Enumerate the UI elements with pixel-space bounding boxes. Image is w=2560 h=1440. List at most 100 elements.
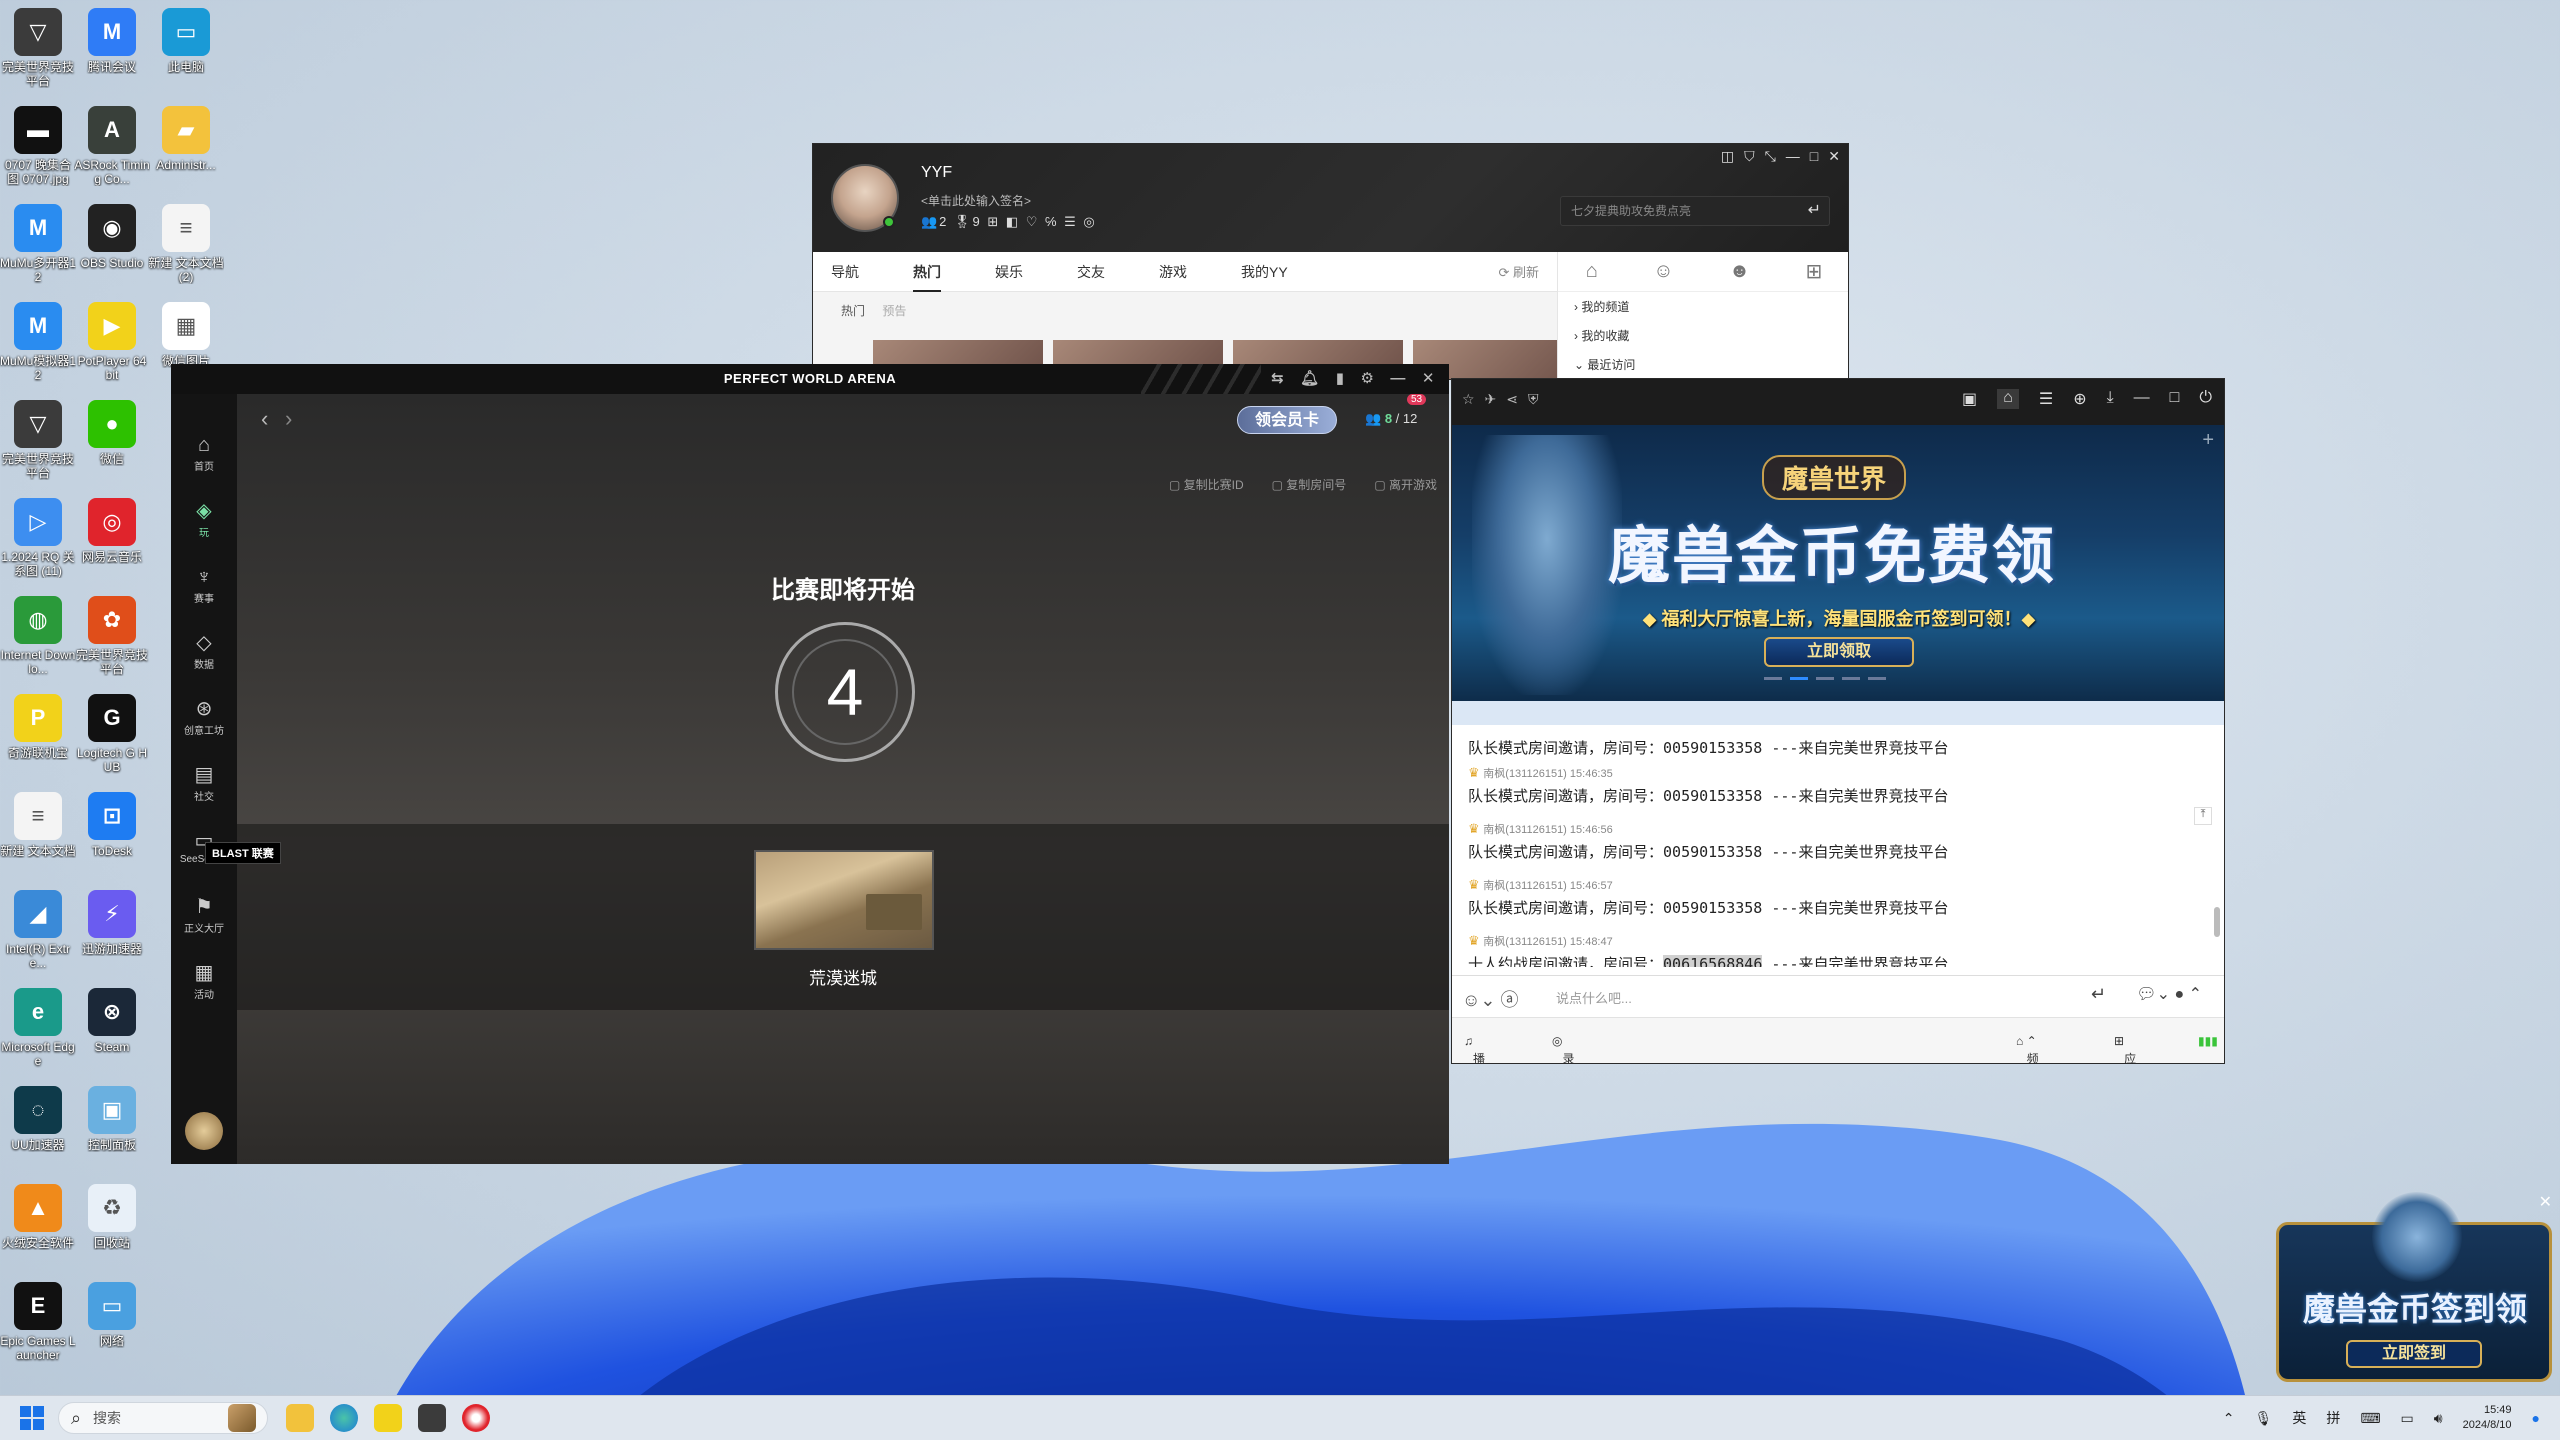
copy-match-id-button[interactable]: 复制比赛ID bbox=[1169, 476, 1244, 493]
close-icon[interactable]: ✕ bbox=[1828, 148, 1840, 165]
nav-data[interactable]: ◇ 数据 bbox=[171, 632, 237, 671]
chat-scrollbar[interactable] bbox=[2214, 907, 2220, 937]
tab-nav[interactable]: 导航 bbox=[831, 252, 859, 292]
settings-icon[interactable]: ⚙︎ bbox=[1360, 364, 1374, 394]
channel-toolbar-left-icons[interactable]: ☆✈⋖⛨ bbox=[1462, 391, 1549, 408]
gamepad-icon[interactable]: ⊕ bbox=[2073, 389, 2086, 409]
copy-room-number-button[interactable]: 复制房间号 bbox=[1272, 476, 1346, 493]
desktop-icon[interactable]: A ASRock Timing Co... bbox=[74, 106, 150, 186]
forward-icon[interactable]: › bbox=[285, 406, 292, 432]
desktop-icon[interactable]: ▲ 火绒安全软件 bbox=[0, 1184, 76, 1250]
desktop-icon[interactable]: ≡ 新建 文本文档 bbox=[0, 792, 76, 858]
file-explorer-icon[interactable] bbox=[286, 1404, 314, 1432]
player-count[interactable]: 👥 8 / 12 bbox=[1365, 411, 1417, 427]
desktop-icon[interactable]: ▭ 网络 bbox=[74, 1282, 150, 1348]
desktop-icon[interactable]: ▽ 完美世界竞技平台 bbox=[0, 8, 76, 88]
keyboard-icon[interactable]: ⌨ bbox=[2360, 1410, 2380, 1427]
pin-icon[interactable]: ⤓ bbox=[2107, 389, 2114, 409]
desktop-icon[interactable]: ● 微信 bbox=[74, 400, 150, 466]
minimize-icon[interactable]: — bbox=[2134, 389, 2150, 409]
enter-icon[interactable]: ↵ bbox=[1808, 197, 1821, 225]
pager-dot-active[interactable] bbox=[1790, 677, 1808, 680]
lang-indicator[interactable]: 英 bbox=[2292, 1408, 2306, 1428]
close-icon[interactable]: ✕ bbox=[2539, 1192, 2552, 1212]
emoji-icon[interactable]: ☺⌄ ⓐ bbox=[1462, 986, 1518, 1012]
yy-icon[interactable] bbox=[374, 1404, 402, 1432]
scroll-top-icon[interactable]: ⤒ bbox=[2194, 807, 2212, 825]
app-center-button[interactable]: ⊞ 应用中心 bbox=[2114, 1034, 2136, 1063]
minimize-icon[interactable]: — bbox=[1786, 148, 1800, 165]
shirt-icon[interactable]: ⛉ bbox=[1744, 148, 1755, 165]
desktop-icon[interactable]: ✿ 完美世界竞技平台 bbox=[74, 596, 150, 676]
desktop-icon[interactable]: G Logitech G HUB bbox=[74, 694, 150, 774]
desktop-icon[interactable]: P 奇游联机宝 bbox=[0, 694, 76, 760]
desktop-icon[interactable]: E Epic Games Launcher bbox=[0, 1282, 76, 1362]
desktop-icon[interactable]: ▰ Administr... bbox=[148, 106, 224, 172]
desktop-icon[interactable]: M MuMu多开器12 bbox=[0, 204, 76, 284]
close-icon[interactable]: ✕ bbox=[1422, 364, 1435, 394]
recent-visits[interactable]: ⌄ 最近访问 bbox=[1558, 350, 1848, 379]
desktop-icon[interactable]: ◌ UU加速器 bbox=[0, 1086, 76, 1152]
signature[interactable]: <单击此处输入签名> bbox=[921, 192, 1031, 209]
tab-entertainment[interactable]: 娱乐 bbox=[995, 252, 1023, 292]
desktop-icon[interactable]: M 腾讯会议 bbox=[74, 8, 150, 74]
swap-icon[interactable]: ⇆ bbox=[1271, 364, 1284, 394]
nav-social[interactable]: ▤ 社交 bbox=[171, 764, 237, 803]
maximize-icon[interactable]: □ bbox=[2170, 389, 2180, 409]
contacts-icon[interactable]: ☻ bbox=[1729, 260, 1750, 283]
tab-my-yy[interactable]: 我的YY bbox=[1241, 252, 1288, 292]
badges[interactable]: 👥2 🎖9 ⊞ ◧ ♡ ℅ ☰ ◎ bbox=[921, 214, 1097, 230]
nav-play[interactable]: ◈ 玩 bbox=[171, 500, 237, 539]
shrink-icon[interactable]: ⤡ bbox=[1765, 148, 1776, 165]
message-meta[interactable]: 南枫(131126151) 15:46:56 bbox=[1468, 821, 2208, 837]
desktop-icon[interactable]: ⊗ Steam bbox=[74, 988, 150, 1054]
username[interactable]: YYF bbox=[921, 164, 952, 182]
taskbar-app-icon[interactable] bbox=[228, 1404, 256, 1432]
bell-icon[interactable]: 🔔︎ bbox=[1300, 364, 1320, 394]
plus-icon[interactable]: + bbox=[2202, 429, 2214, 452]
person-icon[interactable]: ☺ bbox=[1653, 260, 1673, 283]
desktop-icon[interactable]: ◉ OBS Studio bbox=[74, 204, 150, 270]
volume-icon[interactable]: 🔊︎ bbox=[2434, 1410, 2443, 1427]
nav-justice[interactable]: ⚑ 正义大厅 bbox=[171, 896, 237, 935]
desktop-icon[interactable]: ◎ 网易云音乐 bbox=[74, 498, 150, 564]
desktop-icon[interactable]: ▽ 完美世界竞技平台 bbox=[0, 400, 76, 480]
channel-template-button[interactable]: ⌂ 频道模板 ⌃ bbox=[2016, 1034, 2039, 1063]
skin-icon[interactable]: ◫ bbox=[1721, 148, 1734, 165]
desktop-icon[interactable]: ▦ 微信图片 bbox=[148, 302, 224, 368]
list-icon[interactable]: ☰ bbox=[2039, 389, 2053, 409]
blast-tag[interactable]: BLAST 联赛 bbox=[205, 842, 281, 864]
subtab-preview[interactable]: 预告 bbox=[882, 304, 906, 318]
search-input[interactable]: 七夕提典助攻免费点亮 ↵ bbox=[1560, 196, 1830, 226]
microphone-icon[interactable]: 🎙︎ bbox=[2255, 1410, 2273, 1427]
message-meta[interactable]: 南枫(131126151) 15:48:47 bbox=[1468, 933, 2208, 949]
desktop-icon[interactable]: e Microsoft Edge bbox=[0, 988, 76, 1068]
my-favorites[interactable]: › 我的收藏 bbox=[1558, 321, 1848, 350]
desktop-icon[interactable]: ≡ 新建 文本文档 (2) bbox=[148, 204, 224, 284]
windows-start-icon[interactable] bbox=[20, 1406, 44, 1430]
video-icon[interactable]: ▣ bbox=[1962, 389, 1977, 409]
chat-options-icons[interactable]: 💬︎⌄ ● ⌃ bbox=[2136, 984, 2202, 1004]
netease-music-icon[interactable] bbox=[462, 1404, 490, 1432]
notification-icon[interactable]: ● bbox=[2532, 1410, 2540, 1426]
user-avatar[interactable] bbox=[185, 1112, 223, 1150]
chevron-up-icon[interactable]: ⌃ bbox=[2223, 1410, 2235, 1427]
tab-hot[interactable]: 热门 bbox=[913, 252, 941, 292]
desktop-icon[interactable]: ◢ Intel(R) Extre... bbox=[0, 890, 76, 970]
clock[interactable]: 15:49 2024/8/10 bbox=[2463, 1403, 2512, 1433]
nav-home[interactable]: ⌂ 首页 bbox=[171, 434, 237, 473]
wow-banner[interactable]: 魔兽世界 魔兽金币免费领 ◆ 福利大厅惊喜上新，海量国服金币签到可领！◆ 立即领… bbox=[1452, 425, 2224, 701]
desktop-icon[interactable]: ▭ 此电脑 bbox=[148, 8, 224, 74]
leave-game-button[interactable]: 离开游戏 bbox=[1374, 476, 1437, 493]
minimize-icon[interactable]: — bbox=[1390, 364, 1406, 394]
pager-dot[interactable] bbox=[1868, 677, 1886, 680]
record-button[interactable]: ◎ 录音 bbox=[1552, 1034, 1575, 1063]
subtab-hot[interactable]: 热门 bbox=[841, 304, 865, 318]
member-card-button[interactable]: 领会员卡 bbox=[1237, 406, 1337, 434]
ime-indicator[interactable]: 拼 bbox=[2326, 1408, 2340, 1428]
room-number-highlight[interactable]: 00616568846 bbox=[1663, 955, 1763, 967]
claim-button[interactable]: 立即领取 bbox=[1764, 637, 1914, 667]
pager-dot[interactable] bbox=[1842, 677, 1860, 680]
signal-icon[interactable]: ▮ bbox=[1336, 364, 1345, 394]
play-accompaniment-button[interactable]: ♫ 播放伴奏 bbox=[1464, 1034, 1485, 1063]
